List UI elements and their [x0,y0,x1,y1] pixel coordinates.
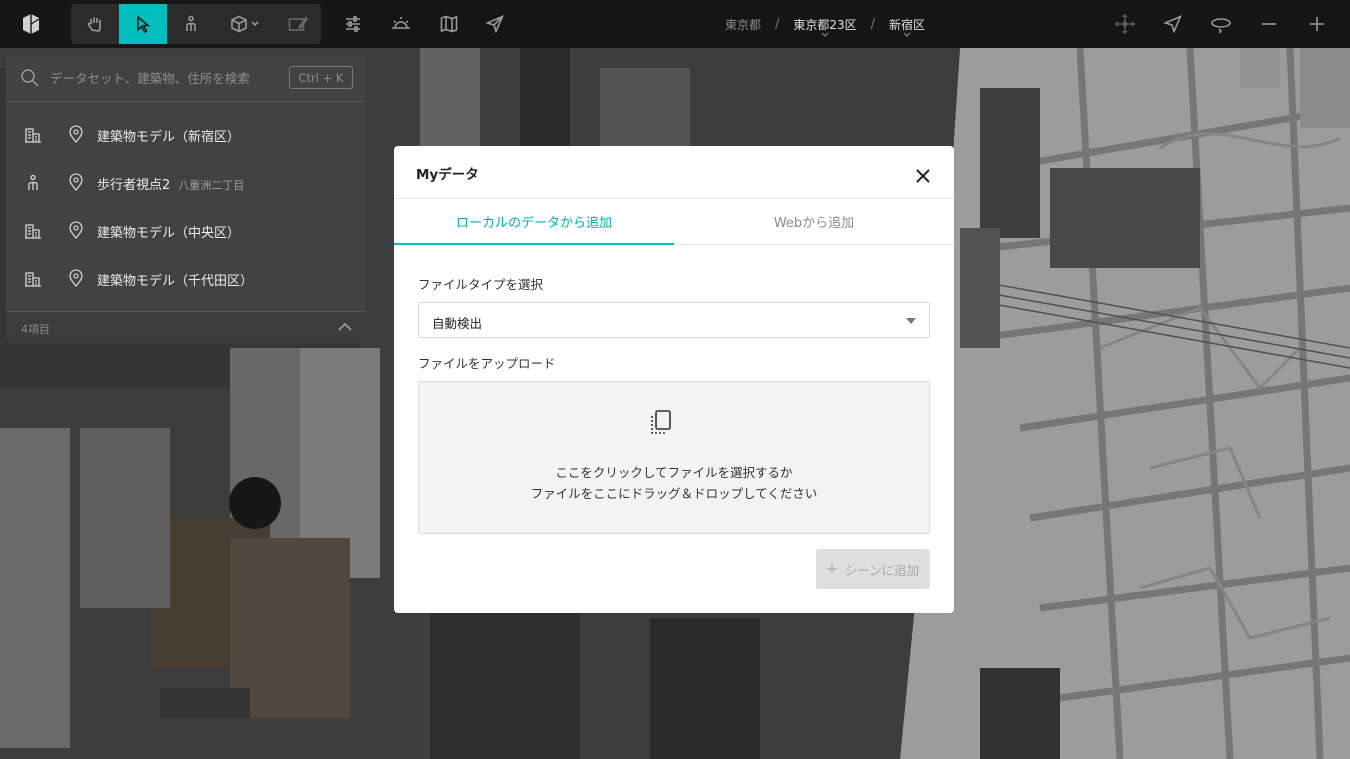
tab-web[interactable]: Webから追加 [674,199,954,245]
pedestrian-icon[interactable] [167,4,215,44]
hand-icon[interactable] [71,4,119,44]
breadcrumb-item-ward[interactable]: 新宿区 [889,16,926,37]
chevron-down-icon [821,32,829,37]
copy-file-icon [651,410,671,434]
top-toolbar: 東京都 / 東京都23区 / 新宿区 [0,0,1350,48]
dropzone-instruction: ファイルをここにドラッグ＆ドロップしてください [530,486,818,501]
sketch-icon[interactable] [275,4,321,44]
file-type-value: 自動検出 [432,316,483,331]
breadcrumb-separator: / [870,16,876,32]
building-icon [25,128,41,143]
breadcrumb-item-prefecture[interactable]: 東京都 [725,16,761,33]
location-pin-icon [69,173,83,191]
layer-location: 八重洲二丁目 [178,178,245,192]
dropzone-instruction: ここをクリックしてファイルを選択するか [555,465,793,480]
item-count: 4項目 [21,323,50,336]
close-icon[interactable] [911,164,935,188]
search-bar: Ctrl + K [6,55,365,102]
breadcrumb-separator: / [774,16,780,32]
location-pin-icon [69,125,83,143]
send-icon[interactable] [476,0,514,48]
search-icon [21,69,39,87]
add-to-scene-button[interactable]: シーンに追加 [816,549,930,589]
breadcrumb-item-ward-group[interactable]: 東京都23区 [793,16,857,37]
sunrise-icon[interactable] [382,0,420,48]
layer-name: 建築物モデル（新宿区） [97,129,241,145]
breadcrumb: 東京都 / 東京都23区 / 新宿区 [700,0,950,48]
cursor-icon[interactable] [119,4,167,44]
dialog-title: Myデータ [416,167,479,183]
zoom-in-icon[interactable] [1298,0,1336,48]
layer-name: 建築物モデル（中央区） [97,225,241,241]
layer-name: 歩行者視点2 八重洲二丁目 [97,177,245,193]
compass-icon[interactable] [1154,0,1192,48]
tab-local-data[interactable]: ローカルのデータから追加 [394,199,674,245]
my-data-dialog: Myデータ ローカルのデータから追加 Webから追加 ファイルタイプを選択 自動… [394,146,954,613]
add-to-scene-label: シーンに追加 [844,563,920,578]
chevron-down-icon [251,21,259,27]
caret-down-icon [906,318,916,324]
layer-name: 建築物モデル（千代田区） [97,273,254,289]
rotate-icon[interactable] [1202,0,1240,48]
shortcut-badge: Ctrl + K [289,66,353,89]
location-pin-icon [69,269,83,287]
file-type-label: ファイルタイプを選択 [418,277,544,292]
sliders-icon[interactable] [334,0,372,48]
cube-icon[interactable] [215,4,275,44]
file-dropzone[interactable]: ここをクリックしてファイルを選択するか ファイルをここにドラッグ＆ドロップしてく… [418,381,930,534]
layer-item[interactable]: 歩行者視点2 八重洲二丁目 [6,159,365,207]
upload-label: ファイルをアップロード [418,356,556,371]
layer-item[interactable]: 建築物モデル（千代田区） [6,255,365,303]
chevron-up-icon[interactable] [337,320,353,334]
chevron-down-icon [903,32,911,37]
breadcrumb-label: 東京都23区 [793,17,857,32]
map-icon[interactable] [430,0,468,48]
zoom-out-icon[interactable] [1250,0,1288,48]
tool-group [71,4,321,44]
pedestrian-icon [28,174,38,190]
layer-panel: Ctrl + K 建築物モデル（新宿区） 歩行者視点2八重洲二丁目 建築物モデル… [6,55,365,343]
app-logo-icon[interactable] [14,0,48,48]
panel-footer: 4項目 [6,311,365,343]
building-icon [25,224,41,239]
layer-item[interactable]: 建築物モデル（中央区） [6,207,365,255]
building-icon [25,272,41,287]
layer-item[interactable]: 建築物モデル（新宿区） [6,111,365,159]
search-input[interactable] [50,65,280,91]
move-icon[interactable] [1106,0,1144,48]
file-type-select[interactable]: 自動検出 [418,302,930,338]
breadcrumb-label: 新宿区 [889,17,926,32]
plus-icon [826,564,837,574]
location-pin-icon [69,221,83,239]
